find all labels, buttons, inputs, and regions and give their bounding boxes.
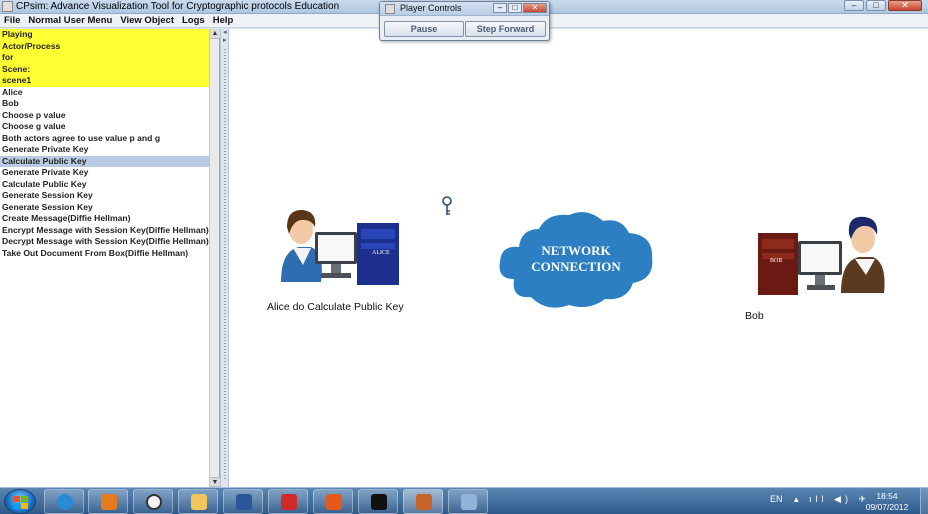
alice-caption: Alice do Calculate Public Key xyxy=(267,301,404,313)
list-header-line: Scene: xyxy=(0,63,210,75)
paint-glyph xyxy=(461,494,477,510)
app-orange-icon[interactable] xyxy=(313,489,353,514)
menu-help[interactable]: Help xyxy=(209,14,238,27)
list-item[interactable]: Generate Session Key xyxy=(0,190,210,202)
list-item[interactable]: Generate Session Key xyxy=(0,202,210,214)
java-icon xyxy=(385,4,395,14)
menu-file[interactable]: File xyxy=(0,14,24,27)
list-item[interactable]: Calculate Public Key xyxy=(0,179,210,191)
bob-monitor-label: BOB xyxy=(770,258,782,264)
java-glyph xyxy=(416,494,432,510)
window-title: CPsim: Advance Visualization Tool for Cr… xyxy=(16,1,340,12)
clock-date: 09/07/2012 xyxy=(865,502,909,512)
dialog-close-button[interactable]: ✕ xyxy=(523,3,547,13)
clock-time: 18:54 xyxy=(876,491,898,501)
taskbar: EN ▴ ıll ◀) ✈ 18:54 09/07/2012 xyxy=(0,487,928,514)
list-item[interactable]: Decrypt Message with Session Key(Diffie … xyxy=(0,236,210,248)
media-player-icon[interactable] xyxy=(88,489,128,514)
menu-view-object[interactable]: View Object xyxy=(116,14,178,27)
scene-drawing: ALICE NETWORK CONNECTION BOB xyxy=(281,196,885,308)
split-divider[interactable]: ◂ ▸ xyxy=(220,29,229,487)
kaspersky-icon[interactable] xyxy=(268,489,308,514)
list-item[interactable]: Take Out Document From Box(Diffie Hellma… xyxy=(0,248,210,260)
clock[interactable]: 18:54 09/07/2012 xyxy=(858,491,916,513)
alice-monitor-label: ALICE xyxy=(372,250,390,256)
bob-caption: Bob xyxy=(745,310,764,322)
media-glyph xyxy=(101,494,117,510)
list-item[interactable]: Alice xyxy=(0,87,210,99)
list-item[interactable]: Bob xyxy=(0,98,210,110)
alice-computer-icon[interactable]: ALICE xyxy=(315,223,399,285)
bob-person-icon[interactable] xyxy=(841,216,885,293)
list-item[interactable]: Choose g value xyxy=(0,121,210,133)
cloud-text-line2: CONNECTION xyxy=(531,259,621,274)
cmd-glyph xyxy=(371,494,387,510)
dialog-minimize-button[interactable]: – xyxy=(493,3,507,13)
list-header-line: Playing xyxy=(0,29,210,41)
clock-gadget-icon[interactable] xyxy=(133,489,173,514)
dialog-window-buttons: – □ ✕ xyxy=(493,3,547,13)
list-item-selected[interactable]: Calculate Public Key xyxy=(0,155,210,167)
language-indicator[interactable]: EN xyxy=(770,494,783,504)
process-list: Playing Actor/Process for Scene: scene1 … xyxy=(0,29,210,487)
list-header-line: Actor/Process xyxy=(0,40,210,52)
scroll-up-icon[interactable]: ▲ xyxy=(210,29,220,39)
key-icon[interactable] xyxy=(442,196,452,215)
player-controls-titlebar: Player Controls – □ ✕ xyxy=(380,2,549,16)
menu-logs[interactable]: Logs xyxy=(178,14,209,27)
cloud-text-line1: NETWORK xyxy=(541,243,611,258)
paint-icon[interactable] xyxy=(448,489,488,514)
menu-normal-user[interactable]: Normal User Menu xyxy=(24,14,116,27)
list-scrollbar[interactable]: ▲ ▼ xyxy=(209,29,220,487)
step-forward-button[interactable]: Step Forward xyxy=(465,21,546,37)
folder-glyph xyxy=(191,494,207,510)
dialog-maximize-button[interactable]: □ xyxy=(508,3,522,13)
list-item[interactable]: Generate Private Key xyxy=(0,144,210,156)
clock-glyph xyxy=(146,494,162,510)
word-icon[interactable] xyxy=(223,489,263,514)
minimize-button[interactable]: – xyxy=(844,0,864,11)
start-button[interactable] xyxy=(4,489,36,514)
player-controls-dialog: Player Controls – □ ✕ Pause Step Forward xyxy=(379,1,550,41)
file-explorer-icon[interactable] xyxy=(178,489,218,514)
bob-computer-icon[interactable]: BOB xyxy=(758,233,842,295)
list-item[interactable]: Both actors agree to use value p and g xyxy=(0,133,210,145)
pause-button[interactable]: Pause xyxy=(384,21,464,37)
list-header-line: for xyxy=(0,52,210,64)
windows-logo-icon xyxy=(13,496,28,509)
collapse-arrows-icon[interactable]: ◂ ▸ xyxy=(223,29,227,45)
list-item[interactable]: Create Message(Diffie Hellman) xyxy=(0,213,210,225)
process-list-panel: Playing Actor/Process for Scene: scene1 … xyxy=(0,29,220,487)
list-item[interactable]: Choose p value xyxy=(0,110,210,122)
word-glyph xyxy=(236,494,252,510)
maximize-button[interactable]: □ xyxy=(866,0,886,11)
list-item[interactable]: Encrypt Message with Session Key(Diffie … xyxy=(0,225,210,237)
list-header-line: scene1 xyxy=(0,75,210,87)
scene-canvas: ALICE NETWORK CONNECTION BOB Alice do Ca… xyxy=(229,29,928,487)
list-item[interactable]: Generate Private Key xyxy=(0,167,210,179)
show-desktop-button[interactable] xyxy=(920,488,928,514)
splitter-grip xyxy=(224,49,226,479)
player-controls-title: Player Controls xyxy=(400,3,462,13)
window-buttons: – □ ✕ xyxy=(844,0,922,12)
orange-glyph xyxy=(326,494,342,510)
scroll-down-icon[interactable]: ▼ xyxy=(210,477,220,487)
internet-explorer-icon[interactable] xyxy=(44,489,84,514)
java-taskbar-icon[interactable] xyxy=(403,489,443,514)
network-cloud-icon: NETWORK CONNECTION xyxy=(499,212,653,308)
app-icon xyxy=(2,1,13,12)
ie-glyph xyxy=(57,494,73,510)
command-prompt-icon[interactable] xyxy=(358,489,398,514)
kaspersky-glyph xyxy=(281,494,297,510)
close-button[interactable]: ✕ xyxy=(888,0,922,11)
